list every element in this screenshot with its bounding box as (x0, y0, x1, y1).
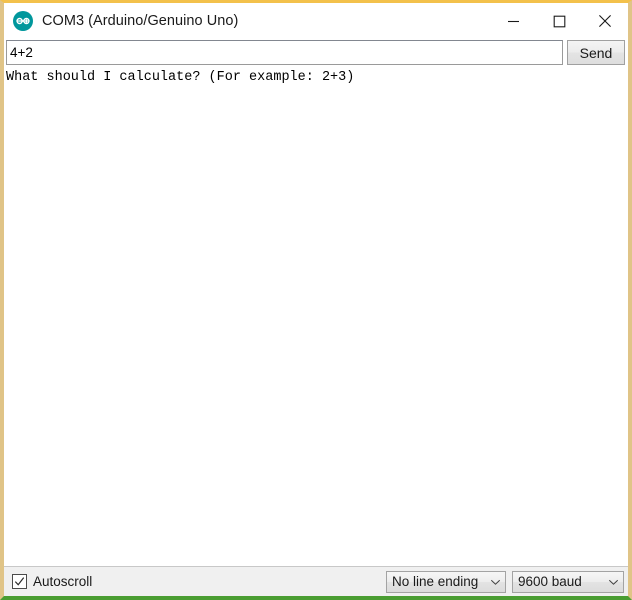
line-ending-value: No line ending (392, 574, 479, 589)
autoscroll-checkbox[interactable] (12, 574, 27, 589)
statusbar: Autoscroll No line ending 9600 baud (4, 566, 628, 596)
console-line: What should I calculate? (For example: 2… (6, 70, 355, 85)
close-button[interactable] (582, 3, 628, 39)
send-row: Send (4, 39, 628, 66)
window-title: COM3 (Arduino/Genuino Uno) (42, 13, 239, 29)
maximize-button[interactable] (536, 3, 582, 39)
checkmark-icon (14, 577, 25, 586)
autoscroll-label: Autoscroll (33, 574, 93, 589)
window-controls (490, 3, 628, 39)
close-icon (599, 15, 611, 27)
serial-output-console[interactable]: What should I calculate? (For example: 2… (4, 66, 628, 566)
chevron-down-icon (603, 578, 623, 586)
chevron-down-icon (485, 578, 505, 586)
serial-monitor-window: COM3 (Arduino/Genuino Uno) Sen (0, 0, 632, 600)
baud-rate-select[interactable]: 9600 baud (512, 570, 624, 593)
maximize-icon (553, 15, 565, 27)
arduino-infinity-icon (13, 11, 33, 31)
minimize-icon (507, 20, 519, 22)
serial-send-input[interactable] (6, 40, 563, 65)
titlebar: COM3 (Arduino/Genuino Uno) (4, 3, 628, 39)
send-button[interactable]: Send (567, 40, 625, 65)
autoscroll-toggle[interactable]: Autoscroll (12, 574, 92, 589)
line-ending-select[interactable]: No line ending (386, 570, 506, 593)
minimize-button[interactable] (490, 3, 536, 39)
baud-rate-value: 9600 baud (518, 574, 582, 589)
